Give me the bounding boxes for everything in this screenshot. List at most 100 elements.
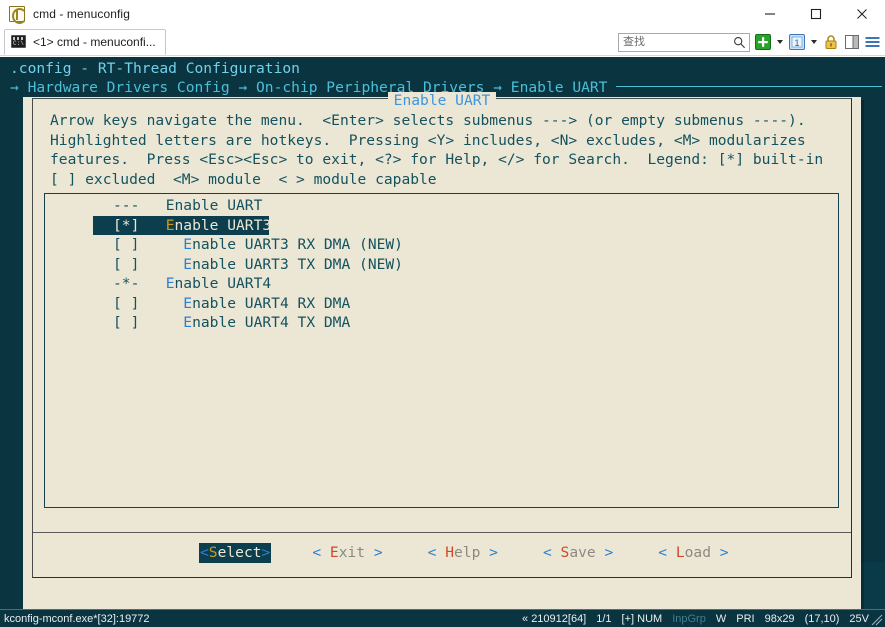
status-item: PRI — [736, 613, 754, 625]
menu-listbox[interactable]: --- Enable UART[*] Enable UART3[ ] Enabl… — [44, 193, 839, 508]
status-item: 1/1 — [596, 613, 611, 625]
new-console-dropdown-chevron-down-icon[interactable] — [775, 34, 784, 51]
dialog-title: Enable UART — [23, 91, 861, 111]
menu-item[interactable]: --- Enable UART — [45, 196, 838, 216]
status-item: 25V — [849, 613, 869, 625]
menu-item-marker: -*- — [113, 275, 166, 292]
button-label: elp — [454, 544, 480, 561]
status-bar: kconfig-mconf.exe*[32]:19772 « 210912[64… — [0, 609, 885, 627]
menu-item[interactable]: -*- Enable UART4 — [45, 274, 838, 294]
button-hotkey: L — [676, 544, 685, 561]
lock-icon[interactable] — [822, 34, 839, 51]
button-hotkey: S — [561, 544, 570, 561]
conemu-window: cmd - menuconfig <1> cmd - menuconfi... — [0, 0, 885, 627]
button-help[interactable]: < Help > — [428, 543, 498, 563]
menu-item-label: Enable UART — [166, 197, 263, 214]
window-title: cmd - menuconfig — [33, 7, 130, 21]
search-box[interactable] — [618, 33, 750, 52]
menu-item-label: nable UART4 RX DMA — [192, 295, 350, 312]
button-separator — [33, 532, 851, 533]
button-bracket-left: < — [543, 544, 561, 561]
menu-item-indent — [166, 256, 184, 273]
button-bracket-left: < — [200, 544, 209, 561]
button-label: ave — [569, 544, 595, 561]
button-bracket-left: < — [428, 544, 446, 561]
status-process-info: kconfig-mconf.exe*[32]:19772 — [4, 613, 150, 625]
button-bracket-right: > — [365, 544, 383, 561]
active-console-dropdown-chevron-down-icon[interactable] — [809, 34, 818, 51]
help-text: Arrow keys navigate the menu. <Enter> se… — [50, 111, 850, 189]
green-plus-icon[interactable] — [754, 34, 771, 51]
menu-item-label: nable UART3 TX DMA (NEW) — [192, 256, 403, 273]
menu-item[interactable]: [ ] Enable UART3 RX DMA (NEW) — [45, 235, 838, 255]
conemu-icon — [9, 6, 25, 22]
menu-item-hotkey: E — [183, 314, 192, 331]
menu-item-marker: --- — [113, 197, 166, 214]
menu-item-hotkey: E — [183, 236, 192, 253]
button-bracket-left: < — [658, 544, 676, 561]
button-label: xit — [339, 544, 365, 561]
menu-item-label: nable UART4 TX DMA — [192, 314, 350, 331]
status-item: 98x29 — [765, 613, 795, 625]
status-item: W — [716, 613, 726, 625]
menu-item[interactable]: [ ] Enable UART4 RX DMA — [45, 294, 838, 314]
menu-item-marker: [ ] — [113, 256, 166, 273]
button-save[interactable]: < Save > — [543, 543, 613, 563]
menu-item-hotkey: E — [183, 295, 192, 312]
console-icon — [11, 35, 26, 48]
menu-item-list: --- Enable UART[*] Enable UART3[ ] Enabl… — [45, 196, 838, 333]
menuconfig-header-title: .config - RT-Thread Configuration — [10, 59, 300, 79]
menu-item[interactable]: [*] Enable UART3 — [93, 216, 269, 236]
close-icon[interactable] — [839, 0, 885, 28]
window-controls — [747, 0, 885, 28]
menu-item-marker: [ ] — [113, 314, 166, 331]
button-bracket-right: > — [480, 544, 498, 561]
dialog-buttons: <Select>< Exit >< Help >< Save >< Load > — [23, 538, 861, 568]
maximize-icon[interactable] — [793, 0, 839, 28]
button-select[interactable]: <Select> — [199, 543, 271, 563]
button-label: elect — [218, 544, 262, 561]
button-hotkey: H — [445, 544, 454, 561]
menu-item-indent — [166, 314, 184, 331]
menu-item-label: nable UART3 — [175, 217, 272, 234]
menuconfig-dialog: Enable UART Arrow keys navigate the menu… — [23, 97, 861, 609]
status-item: [+] NUM — [622, 613, 663, 625]
status-item: (17,10) — [805, 613, 840, 625]
button-bracket-right: > — [711, 544, 729, 561]
button-hotkey: E — [330, 544, 339, 561]
button-bracket-right: > — [596, 544, 614, 561]
menu-item-marker: [*] — [113, 217, 166, 234]
button-bracket-left: < — [312, 544, 330, 561]
menu-item-hotkey: E — [166, 217, 175, 234]
blue-one-icon[interactable]: 1 — [788, 34, 805, 51]
resize-grip-icon[interactable] — [871, 614, 883, 626]
status-indicators: « 210912[64] 1/1 [+] NUM InpGrp W PRI 98x29 (17… — [522, 613, 869, 625]
menu-item-marker: [ ] — [113, 236, 166, 253]
hamburger-menu-icon[interactable] — [864, 34, 881, 51]
terminal-surface[interactable]: .config - RT-Thread Configuration → Hard… — [0, 57, 885, 609]
menu-item-hotkey: E — [183, 256, 192, 273]
menu-item[interactable]: [ ] Enable UART3 TX DMA (NEW) — [45, 255, 838, 275]
button-hotkey: S — [209, 544, 218, 561]
search-input[interactable] — [619, 34, 727, 51]
button-bracket-right: > — [262, 544, 271, 561]
status-item: « 210912[64] — [522, 613, 586, 625]
split-pane-icon[interactable] — [843, 34, 860, 51]
tab-bar: <1> cmd - menuconfi... — [0, 28, 885, 56]
dialog-title-text: Enable UART — [388, 92, 497, 109]
menu-item-hotkey: E — [166, 275, 175, 292]
tab-console-1[interactable]: <1> cmd - menuconfi... — [4, 29, 166, 55]
menu-item-label: nable UART4 — [175, 275, 272, 292]
status-item: InpGrp — [672, 613, 706, 625]
menu-item-indent — [166, 236, 184, 253]
button-exit[interactable]: < Exit > — [312, 543, 382, 563]
search-icon — [733, 36, 746, 54]
button-label: oad — [685, 544, 711, 561]
minimize-icon[interactable] — [747, 0, 793, 28]
window-titlebar: cmd - menuconfig — [0, 0, 885, 28]
button-load[interactable]: < Load > — [658, 543, 728, 563]
menu-item[interactable]: [ ] Enable UART4 TX DMA — [45, 313, 838, 333]
tab-label: <1> cmd - menuconfi... — [33, 35, 156, 49]
toolbar: 1 — [618, 28, 881, 56]
menu-item-marker: [ ] — [113, 295, 166, 312]
